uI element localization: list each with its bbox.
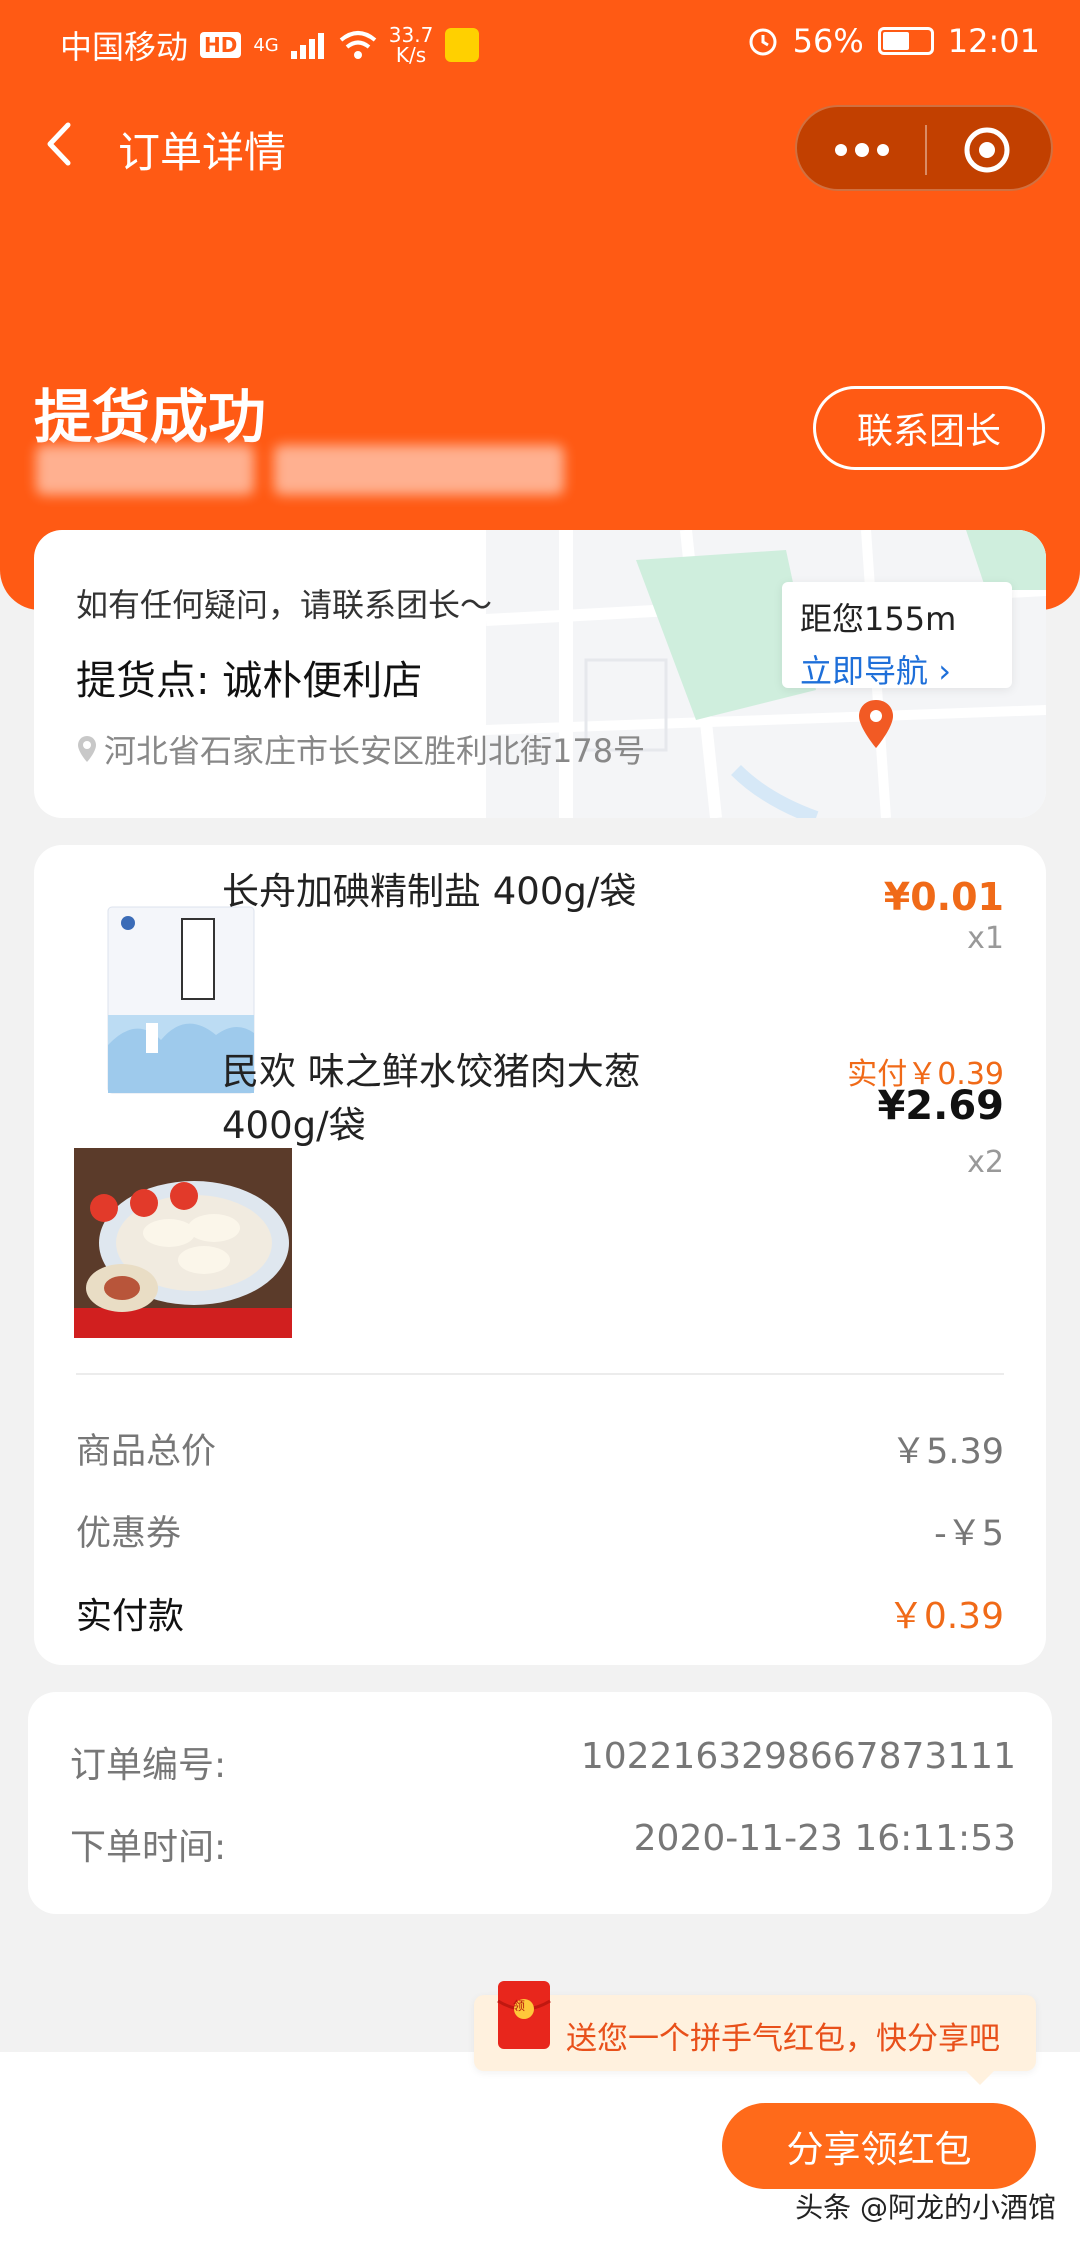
order-number-label: 订单编号: bbox=[70, 1745, 227, 1786]
divider bbox=[76, 1373, 1004, 1375]
navigation-bar: 订单详情 bbox=[0, 105, 1080, 191]
pickup-address: 河北省石家庄市长安区胜利北街178号 bbox=[76, 726, 645, 772]
capsule-divider bbox=[925, 125, 927, 175]
watermark: 头条 @阿龙的小酒馆 bbox=[795, 2191, 1056, 2224]
product-price: ¥0.01 bbox=[883, 875, 1004, 919]
paid-amount-label: 实付款 bbox=[76, 1596, 185, 1637]
paid-amount-value: ￥0.39 bbox=[887, 1596, 1004, 1637]
coupon-value: -￥5 bbox=[934, 1514, 1004, 1554]
product-name-line1: 民欢 味之鲜水饺猪肉大葱 bbox=[222, 1050, 641, 1093]
location-icon bbox=[78, 736, 96, 762]
total-price-label: 商品总价 bbox=[76, 1432, 217, 1472]
product-price: ¥2.69 bbox=[877, 1083, 1004, 1129]
distance-text: 距您155m bbox=[800, 600, 957, 638]
signal-icon bbox=[290, 33, 324, 59]
share-tip-bubble: 领 送您一个拼手气红包，快分享吧 bbox=[474, 1981, 1036, 2085]
page-title: 订单详情 bbox=[118, 128, 287, 177]
pickup-hint: 如有任何疑问，请联系团长～ bbox=[76, 586, 493, 624]
product-quantity: x1 bbox=[967, 921, 1004, 956]
navigate-link-text: 立即导航 bbox=[800, 652, 929, 690]
network-type: 4G bbox=[253, 34, 279, 56]
alarm-icon bbox=[749, 28, 777, 56]
order-time-value: 2020-11-23 16:11:53 bbox=[633, 1818, 1016, 1859]
status-bar: 中国移动 HD 4G 33.7 K/s 56% 12:01 bbox=[0, 0, 1080, 80]
hd-badge: HD bbox=[200, 32, 242, 58]
order-info-card: 订单编号: 1022163298667873111 下单时间: 2020-11-… bbox=[28, 1692, 1052, 1914]
pickup-point-name: 提货点: 诚朴便利店 bbox=[76, 658, 423, 704]
contact-leader-button[interactable]: 联系团长 bbox=[813, 386, 1045, 470]
wifi-icon bbox=[339, 31, 377, 59]
dumpling-product-image[interactable] bbox=[74, 1148, 292, 1338]
product-name-line2: 400g/袋 bbox=[222, 1104, 366, 1147]
pickup-card: 如有任何疑问，请联系团长～ 提货点: 诚朴便利店 河北省石家庄市长安区胜利北街1… bbox=[34, 530, 1046, 818]
navigate-link[interactable]: 立即导航 › bbox=[800, 646, 994, 692]
close-target-icon[interactable] bbox=[961, 124, 1013, 176]
battery-icon bbox=[877, 27, 934, 55]
app-notification-icon bbox=[445, 28, 480, 62]
order-status-title: 提货成功 bbox=[34, 383, 267, 451]
coupon-label: 优惠券 bbox=[76, 1514, 182, 1554]
chevron-right-icon: › bbox=[938, 652, 951, 690]
header-background bbox=[0, 0, 1080, 610]
order-time-label: 下单时间: bbox=[70, 1827, 227, 1868]
product-quantity: x2 bbox=[967, 1145, 1004, 1180]
order-number-value[interactable]: 1022163298667873111 bbox=[581, 1736, 1016, 1777]
pickup-address-text: 河北省石家庄市长安区胜利北街178号 bbox=[104, 732, 646, 770]
product-name[interactable]: 民欢 味之鲜水饺猪肉大葱 400g/袋 bbox=[222, 1045, 641, 1153]
carrier-name: 中国移动 bbox=[60, 28, 189, 66]
status-left: 中国移动 HD 4G 33.7 K/s bbox=[60, 22, 480, 68]
battery-percent: 56% bbox=[792, 22, 864, 60]
net-speed-value: 33.7 bbox=[388, 23, 434, 47]
total-price-value: ￥5.39 bbox=[891, 1432, 1004, 1472]
share-tip-arrow bbox=[966, 2071, 994, 2085]
distance-box[interactable]: 距您155m 立即导航 › bbox=[782, 582, 1012, 690]
blurred-info bbox=[274, 445, 564, 495]
order-items-card: 长舟加碘精制盐 400g/袋 ¥0.01 x1 民欢 味之鲜水饺猪肉大葱 400… bbox=[34, 845, 1046, 1665]
product-name[interactable]: 长舟加碘精制盐 400g/袋 bbox=[222, 865, 636, 919]
share-tip-text: 送您一个拼手气红包，快分享吧 bbox=[566, 2021, 1000, 2057]
back-arrow-icon[interactable] bbox=[40, 119, 80, 169]
map-pin-icon bbox=[859, 700, 893, 748]
mini-program-capsule bbox=[795, 105, 1053, 191]
battery-level bbox=[882, 32, 909, 50]
envelope-char: 领 bbox=[513, 1999, 526, 2013]
more-icon[interactable] bbox=[827, 127, 897, 173]
blurred-info bbox=[36, 445, 254, 495]
net-speed: 33.7 K/s bbox=[389, 25, 434, 65]
status-right: 56% 12:01 bbox=[747, 22, 1040, 60]
net-speed-unit: K/s bbox=[395, 43, 427, 67]
share-red-packet-button[interactable]: 分享领红包 bbox=[722, 2103, 1036, 2189]
clock: 12:01 bbox=[947, 22, 1040, 60]
red-envelope-icon bbox=[497, 1981, 551, 2049]
